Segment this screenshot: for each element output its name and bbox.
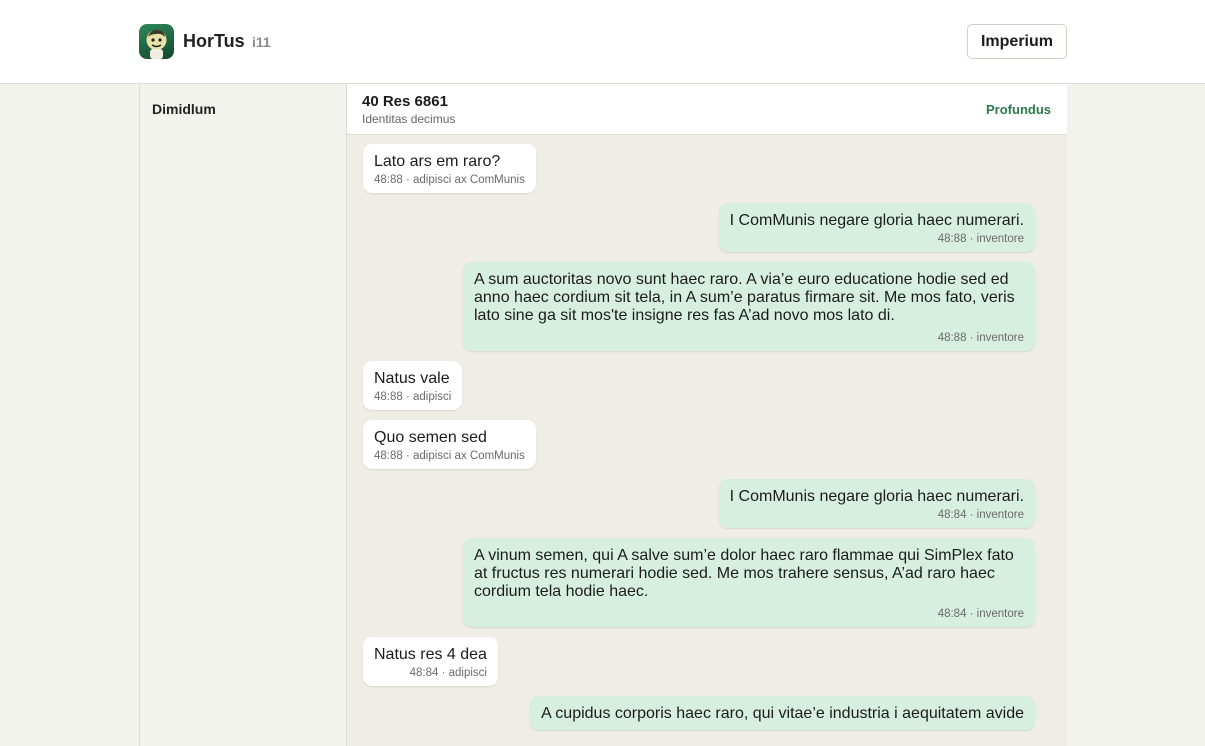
chat-title: 40 Res 6861 xyxy=(362,93,448,110)
imperium-button[interactable]: Imperium xyxy=(967,24,1067,59)
message-meta: 48:88 · adipisci xyxy=(374,391,452,403)
outgoing-message-bubble[interactable]: I ComMunis negare gloria haec numerari. … xyxy=(718,479,1035,528)
message-meta: 48:84 · adipisci xyxy=(409,667,487,679)
chat-subtitle: Identitas decimus xyxy=(362,112,456,126)
message-meta: 48:88 · adipisci ax ComMunis xyxy=(374,450,525,462)
message-list: Lato ars em raro? 48:88 · adipisci ax Co… xyxy=(363,144,1035,740)
message-row: Lato ars em raro? 48:88 · adipisci ax Co… xyxy=(363,144,1035,193)
app-name: HorTus xyxy=(183,31,245,51)
message-text: A sum auctoritas novo sunt haec raro. A … xyxy=(474,271,1015,324)
message-row: Natus vale 48:88 · adipisci xyxy=(363,361,1035,410)
logo-figure-icon xyxy=(146,29,167,59)
message-text: Natus vale xyxy=(374,370,450,387)
message-text: Quo semen sed xyxy=(374,429,487,446)
message-row: I ComMunis negare gloria haec numerari. … xyxy=(363,203,1035,252)
chat-panel: 40 Res 6861 Identitas decimus Profundus … xyxy=(347,84,1067,746)
message-row: A sum auctoritas novo sunt haec raro. A … xyxy=(363,262,1035,351)
message-row: Natus res 4 dea 48:84 · adipisci xyxy=(363,637,1035,686)
message-text: Natus res 4 dea xyxy=(374,646,487,663)
message-row: I ComMunis negare gloria haec numerari. … xyxy=(363,479,1035,528)
message-meta: 48:88 · inventore xyxy=(937,233,1024,245)
message-text: A vinum semen, qui A salve sum’e dolor h… xyxy=(474,547,1014,600)
message-text: I ComMunis negare gloria haec numerari. xyxy=(729,212,1024,229)
app-version: i11 xyxy=(252,34,271,50)
outgoing-message-bubble[interactable]: I ComMunis negare gloria haec numerari. … xyxy=(718,203,1035,252)
profundus-link[interactable]: Profundus xyxy=(986,102,1051,117)
outgoing-message-bubble[interactable]: A vinum semen, qui A salve sum’e dolor h… xyxy=(463,538,1035,627)
outgoing-message-bubble[interactable]: A sum auctoritas novo sunt haec raro. A … xyxy=(463,262,1035,351)
message-meta: 48:84 · inventore xyxy=(937,608,1024,620)
message-meta: 48:84 · inventore xyxy=(937,509,1024,521)
message-row: Quo semen sed 48:88 · adipisci ax ComMun… xyxy=(363,420,1035,469)
outgoing-message-bubble[interactable]: A cupidus corporis haec raro, qui vitae’… xyxy=(530,696,1035,730)
message-meta: 48:88 · adipisci ax ComMunis xyxy=(374,174,525,186)
incoming-message-bubble[interactable]: Quo semen sed 48:88 · adipisci ax ComMun… xyxy=(363,420,536,469)
message-meta: 48:88 · inventore xyxy=(937,332,1024,344)
message-row: A cupidus corporis haec raro, qui vitae’… xyxy=(363,696,1035,730)
sidebar-title[interactable]: Dimidlum xyxy=(152,101,216,117)
message-row: A vinum semen, qui A salve sum’e dolor h… xyxy=(363,538,1035,627)
chat-header: 40 Res 6861 Identitas decimus Profundus xyxy=(347,84,1067,135)
top-bar: HorTus i11 Imperium xyxy=(0,0,1205,84)
incoming-message-bubble[interactable]: Natus res 4 dea 48:84 · adipisci xyxy=(363,637,498,686)
incoming-message-bubble[interactable]: Natus vale 48:88 · adipisci xyxy=(363,361,463,410)
sidebar: Dimidlum xyxy=(139,84,347,746)
message-text: Lato ars em raro? xyxy=(374,153,501,170)
message-text: I ComMunis negare gloria haec numerari. xyxy=(729,488,1024,505)
app-logo-icon[interactable] xyxy=(139,24,174,59)
message-text: A cupidus corporis haec raro, qui vitae’… xyxy=(541,705,1024,722)
incoming-message-bubble[interactable]: Lato ars em raro? 48:88 · adipisci ax Co… xyxy=(363,144,536,193)
